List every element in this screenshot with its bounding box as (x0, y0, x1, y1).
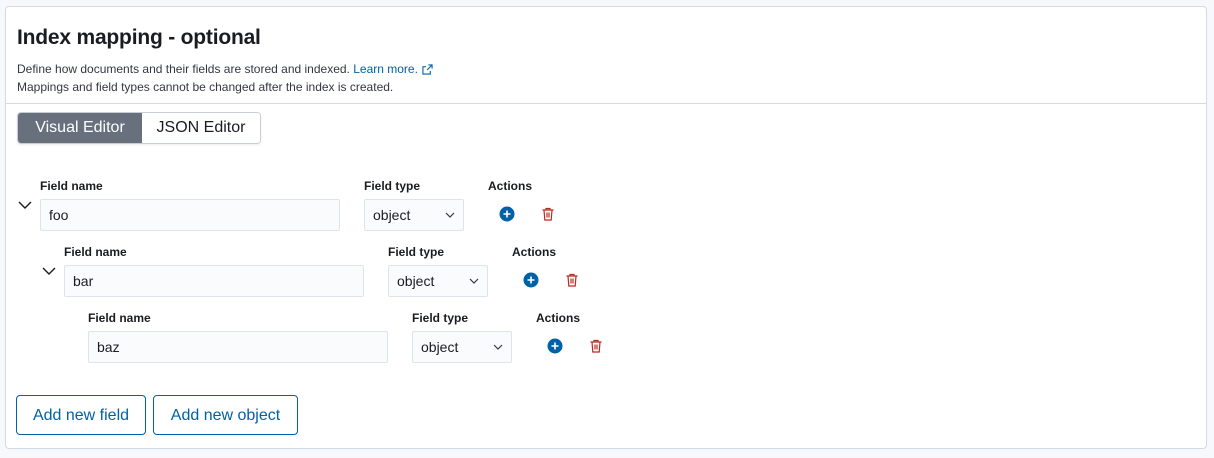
field-name-input[interactable]: foo (40, 199, 340, 231)
trash-icon[interactable] (588, 338, 604, 354)
page-title: Index mapping - optional (17, 26, 261, 49)
chevron-down-icon (493, 344, 503, 350)
add-child-icon[interactable] (499, 206, 515, 222)
add-new-field-button[interactable]: Add new field (16, 395, 146, 435)
chevron-down-icon[interactable] (42, 264, 56, 278)
field-type-value: object (397, 273, 435, 289)
field-name-input[interactable]: baz (88, 331, 388, 363)
field-row-bar: Field name bar Field type object Actions (40, 245, 640, 305)
field-name-label: Field name (88, 311, 151, 325)
chevron-down-icon (469, 278, 479, 284)
field-name-input[interactable]: bar (64, 265, 364, 297)
add-child-icon[interactable] (547, 338, 563, 354)
chevron-down-icon (445, 212, 455, 218)
field-type-select[interactable]: object (412, 331, 512, 363)
index-mapping-panel: Index mapping - optional Define how docu… (5, 6, 1207, 449)
description-main: Define how documents and their fields ar… (17, 62, 350, 76)
trash-icon[interactable] (564, 272, 580, 288)
field-row-baz: Field name baz Field type object Actions (64, 311, 664, 371)
field-type-value: object (373, 207, 411, 223)
external-link-icon (422, 64, 433, 75)
field-type-label: Field type (388, 245, 445, 259)
actions-label: Actions (536, 311, 581, 325)
field-type-label: Field type (412, 311, 469, 325)
actions-label: Actions (512, 245, 557, 259)
chevron-down-icon[interactable] (18, 198, 32, 212)
actions-label: Actions (488, 179, 533, 193)
description-text: Define how documents and their fields ar… (17, 62, 433, 76)
field-row-foo: Field name foo Field type object Actions (16, 179, 616, 239)
add-child-icon[interactable] (523, 272, 539, 288)
editor-tabs: Visual Editor JSON Editor (17, 112, 261, 144)
field-type-value: object (421, 339, 459, 355)
field-type-label: Field type (364, 179, 421, 193)
add-new-object-button[interactable]: Add new object (153, 395, 298, 435)
learn-more-link[interactable]: Learn more. (353, 62, 418, 76)
field-name-label: Field name (40, 179, 103, 193)
field-name-label: Field name (64, 245, 127, 259)
field-type-select[interactable]: object (364, 199, 464, 231)
tab-visual-editor[interactable]: Visual Editor (18, 113, 142, 143)
divider (6, 103, 1206, 104)
mapping-note: Mappings and field types cannot be chang… (17, 80, 394, 94)
field-type-select[interactable]: object (388, 265, 488, 297)
trash-icon[interactable] (540, 206, 556, 222)
tab-json-editor[interactable]: JSON Editor (142, 113, 260, 143)
